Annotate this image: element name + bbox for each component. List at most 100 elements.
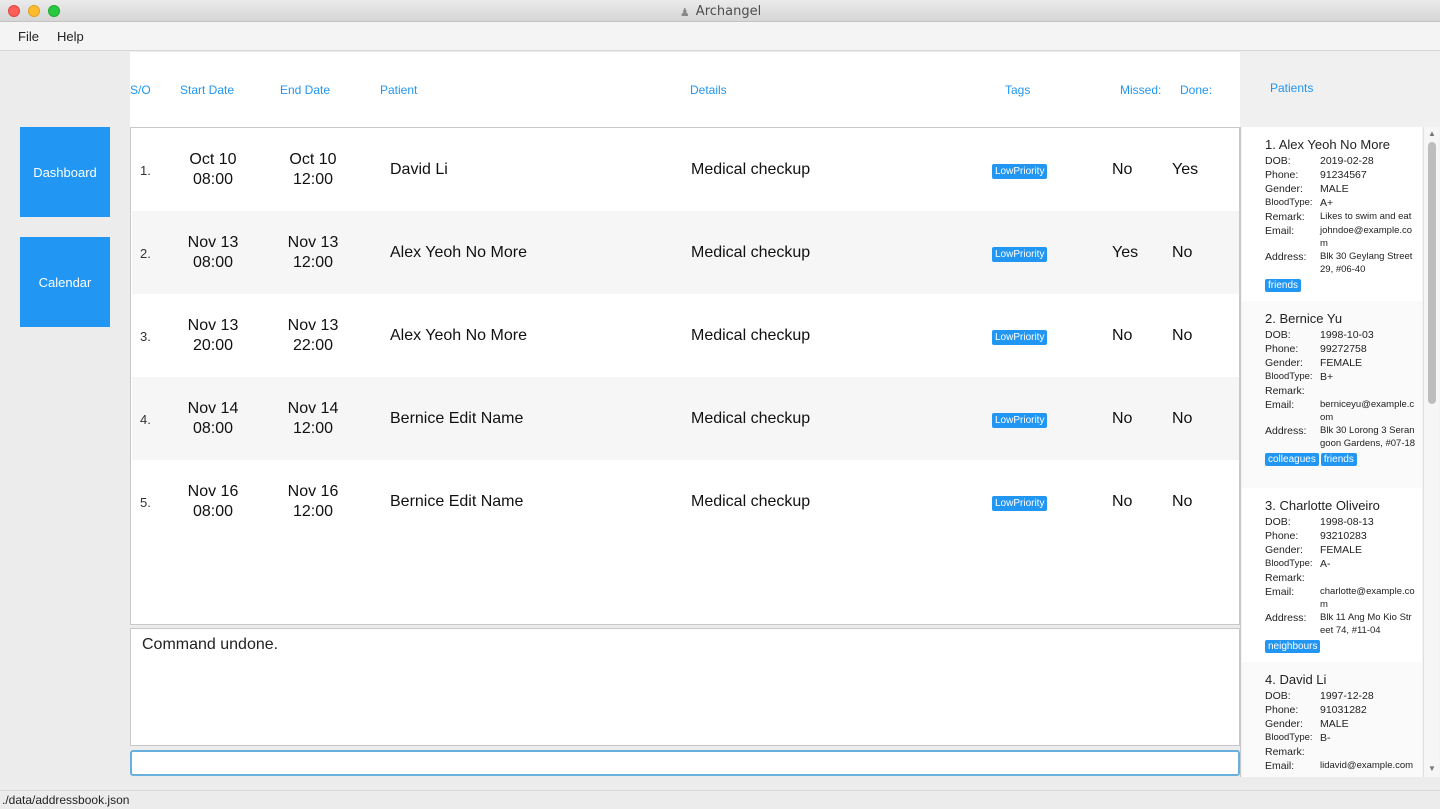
row-patient: David Li xyxy=(390,161,448,178)
patient-address: Blk 30 Geylang Street 29, #06-40 xyxy=(1320,251,1413,275)
row-tag: LowPriority xyxy=(992,164,1048,179)
patient-card[interactable]: 4. David Li DOB: 1997-12-28 Phone: 9103128… xyxy=(1242,662,1422,777)
patient-blood: B+ xyxy=(1320,371,1334,383)
table-row[interactable]: 4. Nov 14 08:00 Nov 14 12:00 Bernice Edit … xyxy=(132,377,1239,460)
patient-email: charlotte@example.com xyxy=(1320,586,1415,610)
result-message: Command undone. xyxy=(142,636,279,653)
row-tag: LowPriority xyxy=(992,247,1048,262)
patient-card[interactable]: 1. Alex Yeoh No More DOB: 2019-02-28 Phon… xyxy=(1242,127,1422,301)
row-end: Nov 13 12:00 xyxy=(287,234,339,271)
patient-gender: FEMALE xyxy=(1320,544,1363,556)
patients-title: Patients xyxy=(1270,81,1314,95)
header-end-date: End Date xyxy=(280,83,331,97)
row-sno: 3. xyxy=(140,329,151,344)
row-patient: Bernice Edit Name xyxy=(390,493,524,510)
row-missed: No xyxy=(1112,327,1133,344)
scrollbar-thumb[interactable] xyxy=(1428,142,1436,404)
row-start: Nov 16 08:00 xyxy=(187,483,239,520)
row-done: No xyxy=(1172,244,1193,261)
row-details: Medical checkup xyxy=(691,410,811,427)
row-end: Nov 16 12:00 xyxy=(287,483,339,520)
patient-remark xyxy=(1320,571,1416,585)
row-tag: LowPriority xyxy=(992,330,1048,345)
patient-remark: Likes to swim and eat xyxy=(1320,211,1412,222)
header-patient: Patient xyxy=(380,83,418,97)
row-details: Medical checkup xyxy=(691,161,811,178)
row-done: No xyxy=(1172,493,1193,510)
row-details: Medical checkup xyxy=(691,327,811,344)
row-start: Nov 14 08:00 xyxy=(187,400,239,437)
row-done: Yes xyxy=(1172,161,1199,178)
result-display: Command undone. xyxy=(130,628,1240,746)
row-details: Medical checkup xyxy=(691,493,811,510)
menu-bar: File Help xyxy=(0,22,1440,51)
row-missed: No xyxy=(1112,410,1133,427)
row-sno: 2. xyxy=(140,246,151,261)
row-sno: 1. xyxy=(140,163,151,178)
patient-remark xyxy=(1320,384,1416,398)
patient-phone: 99272758 xyxy=(1320,343,1367,355)
row-start: Nov 13 08:00 xyxy=(187,234,239,271)
patient-phone: 93210283 xyxy=(1320,530,1367,542)
row-end: Nov 14 12:00 xyxy=(287,400,339,437)
row-patient: Alex Yeoh No More xyxy=(390,327,527,344)
status-bar: ./data/addressbook.json xyxy=(0,790,1440,809)
appointment-list[interactable]: 1. Oct 10 08:00 Oct 10 12:00 David Li Medi… xyxy=(130,127,1240,625)
patient-name: 4. David Li xyxy=(1265,672,1327,687)
row-done: No xyxy=(1172,410,1193,427)
table-row[interactable]: 1. Oct 10 08:00 Oct 10 12:00 David Li Medi… xyxy=(132,128,1239,211)
command-box[interactable] xyxy=(130,750,1240,776)
table-row[interactable]: 5. Nov 16 08:00 Nov 16 12:00 Bernice Edit … xyxy=(132,460,1239,543)
patient-name: 3. Charlotte Oliveiro xyxy=(1265,498,1380,513)
row-start: Nov 13 20:00 xyxy=(187,317,239,354)
patient-email: johndoe@example.com xyxy=(1320,225,1413,249)
title-bar: ♟ Archangel xyxy=(0,0,1440,22)
patient-name: 2. Bernice Yu xyxy=(1265,311,1343,326)
save-location: ./data/addressbook.json xyxy=(2,793,130,807)
table-row[interactable]: 3. Nov 13 20:00 Nov 13 22:00 Alex Yeoh No … xyxy=(132,294,1239,377)
scroll-down-icon[interactable]: ▼ xyxy=(1427,764,1437,774)
patient-card[interactable]: 2. Bernice Yu DOB: 1998-10-03 Phone: 99272… xyxy=(1242,301,1422,488)
patient-tag: colleagues xyxy=(1265,453,1319,466)
patient-list-scrollbar[interactable]: ▲ ▼ xyxy=(1423,127,1439,777)
calendar-button[interactable]: Calendar xyxy=(20,237,110,327)
patient-dob: 1997-12-28 xyxy=(1320,690,1374,702)
patient-name: 1. Alex Yeoh No More xyxy=(1265,137,1391,152)
dashboard-button[interactable]: Dashboard xyxy=(20,127,110,217)
header-missed: Missed: xyxy=(1120,83,1162,97)
row-tag: LowPriority xyxy=(992,413,1048,428)
patient-remark xyxy=(1320,745,1416,759)
patient-address: Blk 30 Lorong 3 Serangoon Gardens, #07-1… xyxy=(1320,425,1416,449)
patient-address: Blk 11 Ang Mo Kio Street 74, #11-04 xyxy=(1320,612,1412,636)
patient-email: berniceyu@example.com xyxy=(1320,399,1415,423)
row-tag: LowPriority xyxy=(992,496,1048,511)
patient-blood: A+ xyxy=(1320,197,1334,209)
row-missed: Yes xyxy=(1112,244,1139,261)
row-patient: Bernice Edit Name xyxy=(390,410,524,427)
scroll-up-icon[interactable]: ▲ xyxy=(1427,129,1437,139)
row-patient: Alex Yeoh No More xyxy=(390,244,527,261)
patient-list[interactable]: 1. Alex Yeoh No More DOB: 2019-02-28 Phon… xyxy=(1240,127,1440,777)
patient-dob: 1998-10-03 xyxy=(1320,329,1374,341)
row-sno: 5. xyxy=(140,495,151,510)
row-missed: No xyxy=(1112,493,1133,510)
patient-blood: B- xyxy=(1320,732,1331,744)
patient-tag: friends xyxy=(1320,453,1357,466)
patients-panel-header: Patients xyxy=(1240,52,1440,127)
menu-help[interactable]: Help xyxy=(57,29,84,44)
header-sno: S/O xyxy=(130,83,151,97)
patient-dob: 1998-08-13 xyxy=(1320,516,1374,528)
patient-email: lidavid@example.com xyxy=(1320,760,1414,771)
command-input[interactable] xyxy=(132,752,1238,774)
row-sno: 4. xyxy=(140,412,151,427)
row-start: Oct 10 08:00 xyxy=(189,151,237,188)
header-done: Done: xyxy=(1180,83,1213,97)
patient-phone: 91234567 xyxy=(1320,169,1367,181)
menu-file[interactable]: File xyxy=(18,29,39,44)
header-details: Details xyxy=(690,83,727,97)
row-missed: No xyxy=(1112,161,1133,178)
table-row[interactable]: 2. Nov 13 08:00 Nov 13 12:00 Alex Yeoh No … xyxy=(132,211,1239,294)
patient-card[interactable]: 3. Charlotte Oliveiro DOB: 1998-08-13 Pho… xyxy=(1242,488,1422,662)
patient-gender: MALE xyxy=(1320,718,1349,730)
row-details: Medical checkup xyxy=(691,244,811,261)
